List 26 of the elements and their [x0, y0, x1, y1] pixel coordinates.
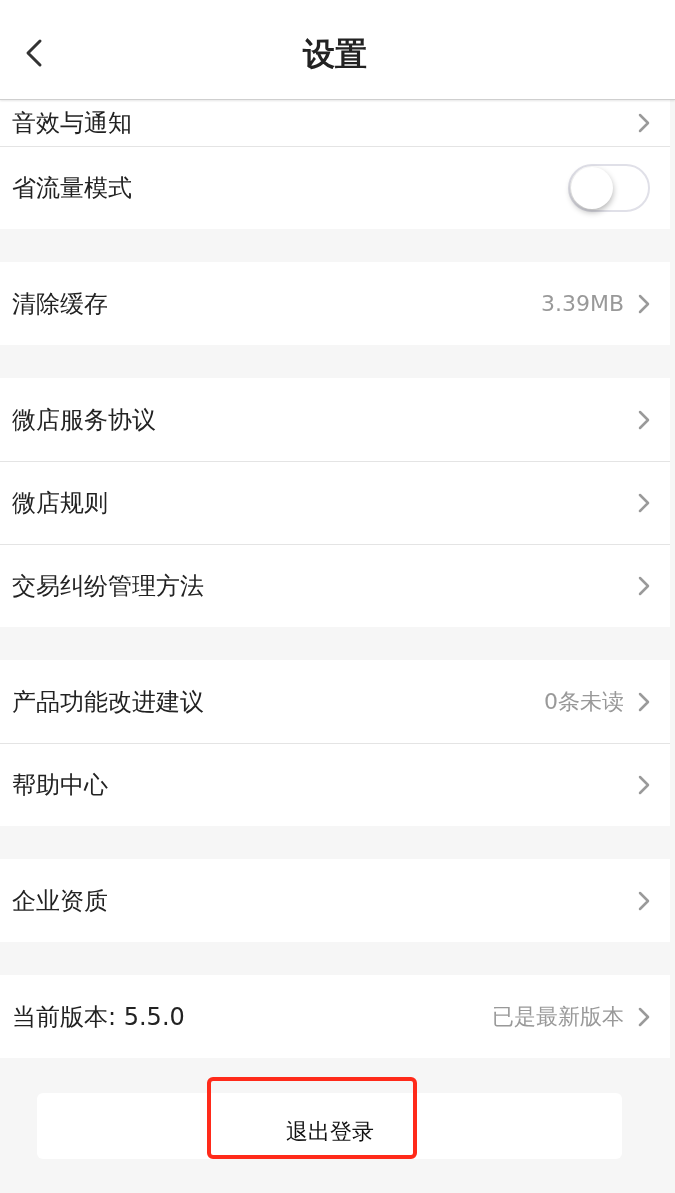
setting-label: 微店规则	[12, 488, 108, 519]
chevron-right-icon	[638, 293, 650, 314]
chevron-right-icon	[638, 1006, 650, 1027]
setting-label: 音效与通知	[12, 108, 132, 139]
setting-label: 帮助中心	[12, 770, 108, 801]
chevron-right-icon	[638, 775, 650, 795]
logout-button[interactable]: 退出登录	[37, 1093, 622, 1159]
toggle-switch[interactable]	[568, 164, 650, 212]
chevron-right-icon	[638, 576, 650, 596]
back-icon[interactable]	[24, 38, 44, 68]
setting-label: 产品功能改进建议	[12, 686, 204, 718]
setting-label: 省流量模式	[12, 173, 132, 204]
setting-label: 当前版本: 5.5.0	[12, 1001, 185, 1033]
setting-value: 0条未读	[544, 688, 624, 716]
setting-label: 清除缓存	[12, 288, 108, 320]
setting-value: 已是最新版本	[492, 1003, 624, 1031]
setting-label: 交易纠纷管理方法	[12, 571, 204, 602]
chevron-right-icon	[638, 691, 650, 712]
chevron-right-icon	[638, 409, 650, 430]
page-title: 设置	[303, 33, 367, 75]
chevron-right-icon	[638, 113, 650, 133]
setting-label: 企业资质	[12, 885, 108, 917]
setting-value: 3.39MB	[540, 290, 624, 318]
chevron-right-icon	[638, 890, 650, 911]
chevron-right-icon	[638, 493, 650, 513]
setting-label: 微店服务协议	[12, 404, 156, 436]
